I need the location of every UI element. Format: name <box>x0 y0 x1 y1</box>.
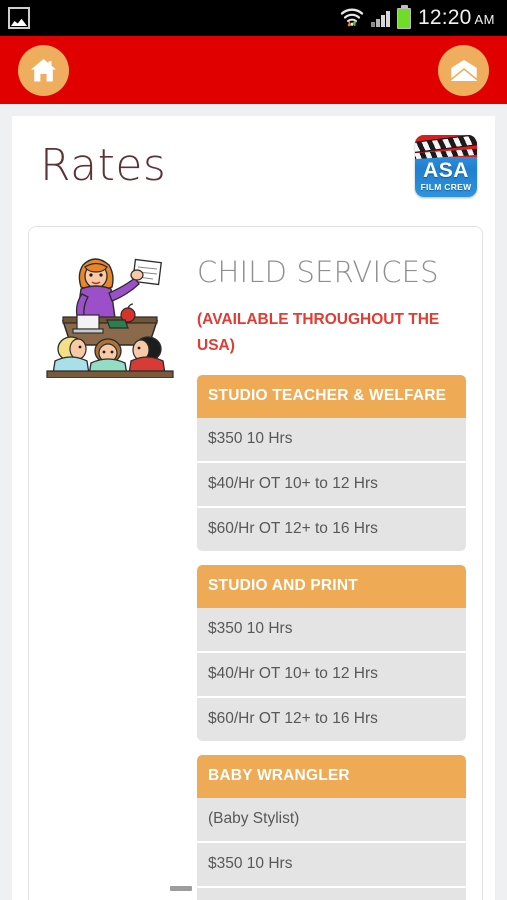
page-title: Rates <box>40 140 167 191</box>
rate-row: $60/Hr OT 12+ to 16 Hrs <box>197 507 466 551</box>
teacher-and-children-clipart <box>46 258 174 378</box>
mail-button[interactable] <box>438 44 489 96</box>
status-bar-right-icons: 12:20 AM <box>340 4 499 30</box>
rate-row: (Baby Stylist) <box>197 797 466 843</box>
envelope-icon <box>449 58 479 82</box>
rate-row: $350 10 Hrs <box>197 417 466 463</box>
home-button[interactable] <box>18 44 69 96</box>
rate-group: BABY WRANGLER(Baby Stylist)$350 10 Hrs$4… <box>197 754 466 900</box>
illustration-column <box>45 241 193 900</box>
rates-panel: CHILD SERVICES (AVAILABLE THROUGHOUT THE… <box>28 226 483 900</box>
rate-row: $60/Hr OT 12+ to 16 Hrs <box>197 697 466 741</box>
rate-groups-list: STUDIO TEACHER & WELFARE $350 10 Hrs $40/H… <box>197 374 466 900</box>
rate-row: $350 10 Hrs <box>197 607 466 653</box>
home-icon <box>29 57 58 84</box>
rate-group: STUDIO AND PRINT $350 10 Hrs $40/Hr OT 10+… <box>197 564 466 741</box>
asa-film-crew-logo: ASA FILM CREW <box>415 135 477 197</box>
status-bar-left-icons <box>8 7 30 29</box>
availability-note: (AVAILABLE THROUGHOUT THE USA) <box>197 311 440 354</box>
clock-time: 12:20 <box>417 6 472 29</box>
rate-row: $40/Hr OT 10+ to 12 Hrs <box>197 652 466 698</box>
app-screen: 12:20 AM Rates ASA FILM CREW CHILD SERVI… <box>0 0 507 900</box>
page-header: Rates ASA FILM CREW <box>12 116 495 216</box>
rate-group-title[interactable]: STUDIO TEACHER & WELFARE <box>197 374 466 418</box>
rates-content-column: CHILD SERVICES (AVAILABLE THROUGHOUT THE… <box>193 241 466 900</box>
rate-row: $40/Hr OT 10+ to 12 Hrs <box>197 462 466 508</box>
signal-icon <box>371 9 390 27</box>
clock-ampm: AM <box>474 12 495 27</box>
status-bar-clock: 12:20 AM <box>418 6 495 30</box>
wifi-icon <box>340 8 364 28</box>
logo-subtitle: FILM CREW <box>420 182 472 192</box>
battery-icon <box>396 4 411 29</box>
gallery-icon <box>8 7 30 29</box>
rate-group-title[interactable]: STUDIO AND PRINT <box>197 564 466 608</box>
rate-group: STUDIO TEACHER & WELFARE $350 10 Hrs $40/H… <box>197 374 466 551</box>
rates-panel-body: CHILD SERVICES (AVAILABLE THROUGHOUT THE… <box>29 227 482 900</box>
rate-row: $40/Hr OT 10+ to 12 Hrs <box>197 887 466 900</box>
android-status-bar: 12:20 AM <box>0 0 507 36</box>
rate-group-title[interactable]: BABY WRANGLER <box>197 754 466 798</box>
logo-name: ASA <box>423 159 469 182</box>
minimize-dash-handle[interactable] <box>170 886 192 891</box>
rate-row: $350 10 Hrs <box>197 842 466 888</box>
section-heading: CHILD SERVICES <box>197 255 439 289</box>
app-header-bar <box>0 36 507 104</box>
